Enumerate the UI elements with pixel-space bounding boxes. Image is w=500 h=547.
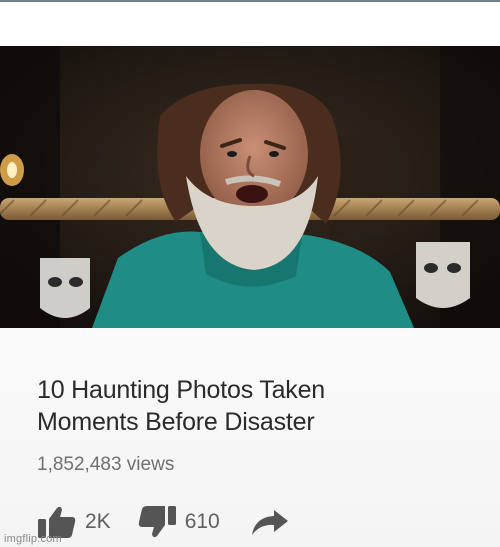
video-title-line-1: 10 Haunting Photos Taken xyxy=(37,376,326,404)
thumbs-down-icon xyxy=(138,506,176,538)
imgflip-watermark: imgflip.com xyxy=(4,533,62,545)
top-white-strip xyxy=(0,0,500,46)
mask-right xyxy=(416,242,470,308)
video-info-panel: 10 Haunting Photos Taken Moments Before … xyxy=(0,328,500,547)
video-thumbnail[interactable] xyxy=(0,46,500,328)
video-title[interactable]: 10 Haunting Photos Taken Moments Before … xyxy=(37,374,477,438)
view-count: 1,852,483 views xyxy=(37,454,175,475)
action-bar: 2K 610 xyxy=(37,504,290,540)
share-button[interactable] xyxy=(250,507,290,537)
thumbnail-scene xyxy=(0,46,500,328)
video-title-line-2: Moments Before Disaster xyxy=(37,408,315,436)
like-count: 2K xyxy=(85,510,111,533)
share-arrow-icon xyxy=(251,510,288,535)
dislike-button[interactable]: 610 xyxy=(137,505,220,539)
dislike-count: 610 xyxy=(184,510,220,533)
mask-left xyxy=(40,258,90,318)
